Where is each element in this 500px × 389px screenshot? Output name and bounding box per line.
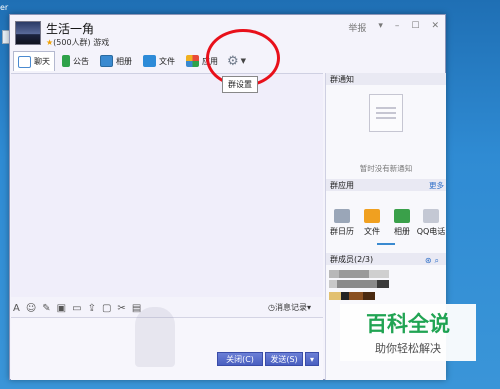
send-options-button[interactable]: ▾ <box>305 352 319 366</box>
desktop-label: er <box>0 3 9 12</box>
group-settings-tooltip: 群设置 <box>222 76 258 93</box>
phone-icon <box>423 209 439 223</box>
tab-apps-label: 应用 <box>202 56 218 66</box>
apps-title: 群应用 <box>330 180 354 190</box>
app-calendar-label: 群日历 <box>330 227 354 236</box>
group-name[interactable]: 生活一角 <box>46 20 94 37</box>
background-watermark <box>135 307 175 367</box>
member-item[interactable] <box>329 292 375 300</box>
calendar-icon <box>334 209 350 223</box>
group-settings-button[interactable]: ⚙ ▼ <box>227 54 246 69</box>
send-button[interactable]: 发送(S) <box>265 352 303 366</box>
notice-icon <box>62 55 70 67</box>
font-icon[interactable]: A <box>13 303 20 314</box>
screenshot-icon[interactable]: ▣ <box>57 303 66 314</box>
apps-icon <box>186 55 199 67</box>
window-controls: 举报 ▾ – ☐ ✕ <box>348 21 439 34</box>
app-files[interactable]: 文件 <box>360 209 384 237</box>
folder-icon <box>364 209 380 223</box>
member-item[interactable] <box>329 280 389 288</box>
clock-icon: ◷ <box>268 303 275 312</box>
apps-page-indicator[interactable] <box>377 243 395 245</box>
image-icon[interactable]: ▭ <box>72 303 81 314</box>
emoji-icon[interactable]: ☺ <box>26 303 36 314</box>
scissors-icon[interactable]: ✂ <box>117 303 125 314</box>
apps-section-title: 群应用 更多 <box>326 179 446 191</box>
app-files-label: 文件 <box>364 227 380 236</box>
close-button[interactable]: 关闭(C) <box>217 352 263 366</box>
tab-album-label: 相册 <box>116 56 132 66</box>
magic-wand-icon[interactable]: ✎ <box>42 303 50 314</box>
search-icon[interactable]: ⌕ <box>435 256 442 265</box>
gear-icon: ⚙ <box>227 53 239 69</box>
history-label: 消息记录 <box>274 303 307 312</box>
more-apps-link[interactable]: 更多 <box>429 180 444 191</box>
tab-chat-label: 聊天 <box>34 57 50 66</box>
app-calendar[interactable]: 群日历 <box>330 209 354 237</box>
report-button[interactable]: 举报 <box>348 21 366 34</box>
tab-chat[interactable]: 聊天 <box>13 51 55 71</box>
chat-message-area[interactable] <box>11 73 323 297</box>
tab-files-label: 文件 <box>159 56 175 66</box>
baike-watermark: 百科全说 助你轻松解决 <box>340 304 476 361</box>
watermark-subtitle: 助你轻松解决 <box>375 342 441 355</box>
group-avatar[interactable] <box>15 21 41 45</box>
app-album[interactable]: 相册 <box>390 209 414 237</box>
member-settings-icon[interactable]: ⊛ <box>425 256 435 265</box>
tab-notice-label: 公告 <box>73 56 89 66</box>
maximize-button[interactable]: ☐ <box>411 21 419 34</box>
empty-notice-icon <box>369 94 403 132</box>
chat-icon <box>18 55 31 68</box>
upload-icon[interactable]: ⇪ <box>88 303 96 314</box>
member-tools: ⊛⌕ <box>425 256 442 266</box>
group-info: ★(500人群) 游戏 <box>46 37 109 48</box>
folder-send-icon[interactable]: ▢ <box>102 303 111 314</box>
chevron-down-icon: ▾ <box>306 303 311 312</box>
close-window-button[interactable]: ✕ <box>431 21 439 34</box>
album-icon <box>394 209 410 223</box>
chevron-down-icon: ▼ <box>240 57 247 65</box>
minimize-button[interactable]: – <box>395 21 400 34</box>
title-bar: 生活一角 ★(500人群) 游戏 举报 ▾ – ☐ ✕ <box>10 15 445 49</box>
member-item[interactable] <box>329 270 389 278</box>
album-icon <box>100 55 113 67</box>
tab-files[interactable]: 文件 <box>139 51 179 71</box>
tab-apps[interactable]: 应用 <box>182 51 222 71</box>
group-info-text: (500人群) 游戏 <box>53 38 110 47</box>
group-toolbar: 聊天 公告 相册 文件 应用 ⚙ ▼ <box>13 51 246 71</box>
message-history-button[interactable]: ◷消息记录▾ <box>268 302 311 313</box>
notice-section-title: 群通知 <box>326 73 446 85</box>
app-qq-phone-label: QQ电话 <box>416 227 446 236</box>
chevron-down-icon: ▾ <box>309 354 314 364</box>
folder-icon <box>143 55 156 67</box>
tab-album[interactable]: 相册 <box>96 51 136 71</box>
app-qq-phone[interactable]: QQ电话 <box>416 209 446 237</box>
no-notice-text: 暂时没有新通知 <box>359 164 413 173</box>
menu-button[interactable]: ▾ <box>378 21 383 34</box>
app-album-label: 相册 <box>394 227 410 236</box>
tab-notice[interactable]: 公告 <box>58 51 93 71</box>
watermark-title: 百科全说 <box>366 312 450 336</box>
